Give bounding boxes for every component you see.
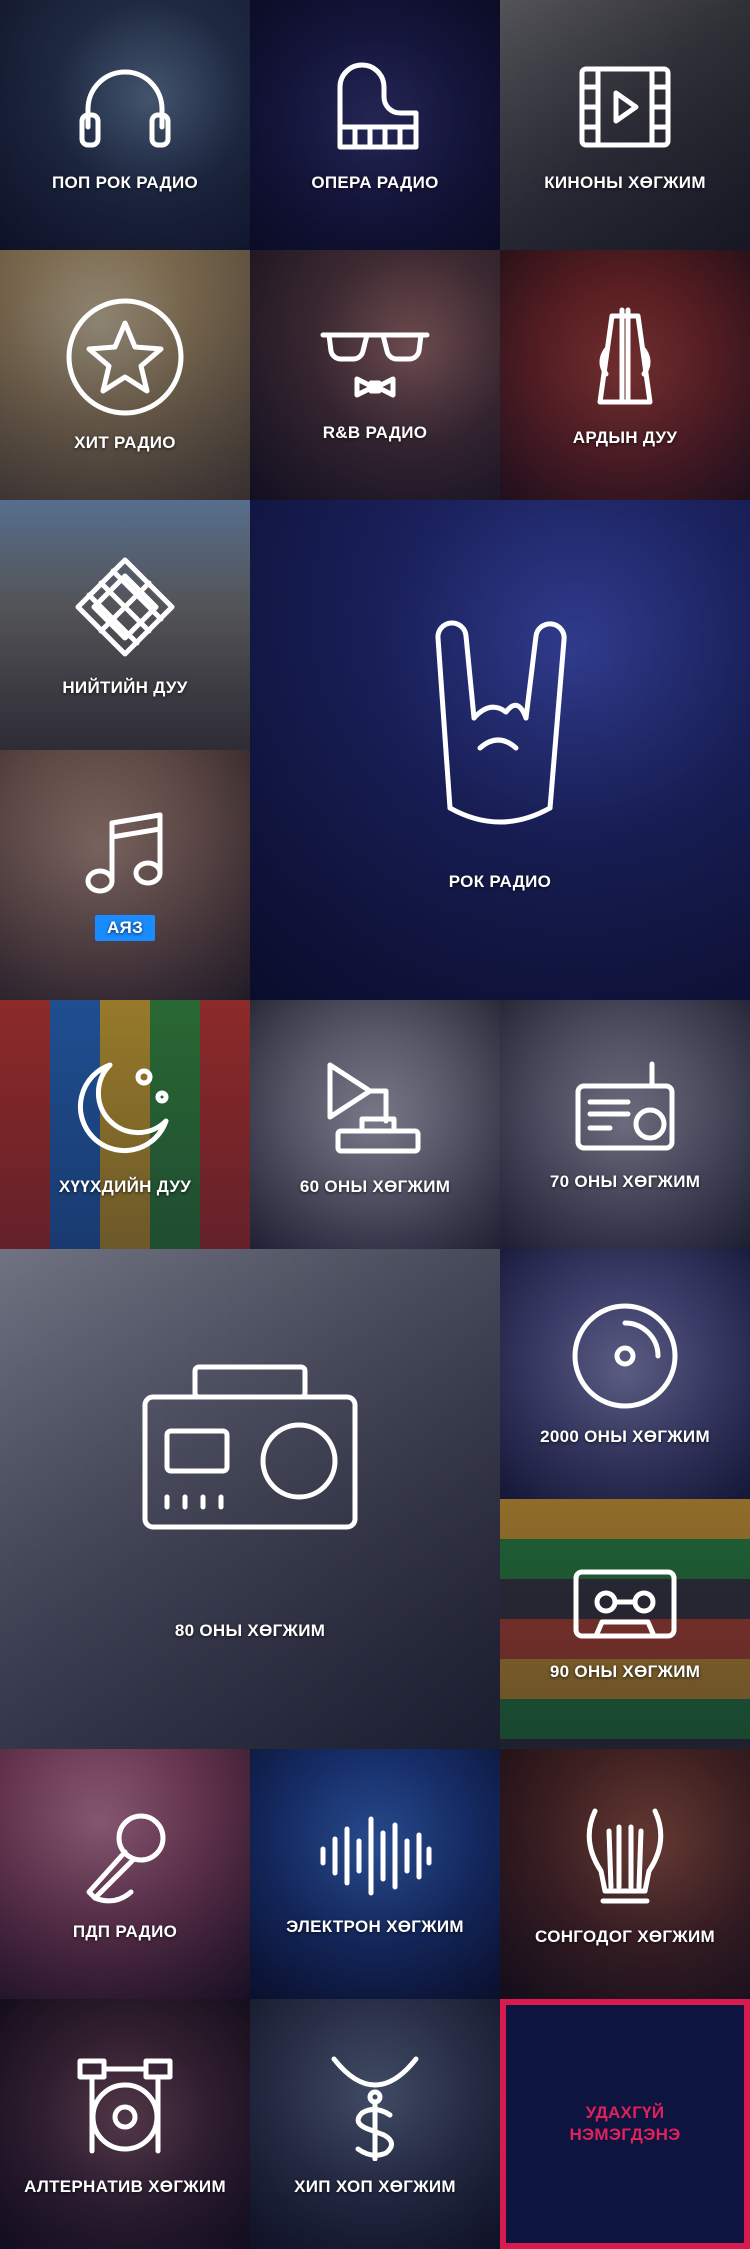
- tile-ayaz[interactable]: АЯЗ: [0, 749, 250, 1000]
- radio-genre-grid: ПОП РОК РАДИО ОПЕРА РАДИО КИНОНЫ ХӨГЖИМ …: [0, 0, 750, 2249]
- tile-2000s-music[interactable]: 2000 ОНЫ ХӨГЖИМ: [500, 1249, 750, 1500]
- tile-80s-music[interactable]: 80 ОНЫ ХӨГЖИМ: [0, 1249, 500, 1750]
- tile-kids-song[interactable]: ХҮҮХДИЙН ДУУ: [0, 999, 250, 1250]
- tile-label: ХИП ХОП ХӨГЖИМ: [294, 2176, 456, 2196]
- tile-70s-music[interactable]: 70 ОНЫ ХӨГЖИМ: [500, 999, 750, 1250]
- cassette-icon: [570, 1566, 680, 1646]
- music-note-icon: [80, 809, 170, 899]
- tile-hit-radio[interactable]: ХИТ РАДИО: [0, 249, 250, 500]
- tile-60s-music[interactable]: 60 ОНЫ ХӨГЖИМ: [250, 999, 500, 1250]
- sunglasses-bowtie-icon: [315, 307, 435, 407]
- tile-rnb-radio[interactable]: R&B РАДИО: [250, 249, 500, 500]
- tile-label: 60 ОНЫ ХӨГЖИМ: [299, 1177, 451, 1197]
- tile-label: КИНОНЫ ХӨГЖИМ: [544, 172, 706, 192]
- dollar-chain-icon: [320, 2051, 430, 2161]
- tile-alternative-music[interactable]: АЛТЕРНАТИВ ХӨГЖИМ: [0, 1999, 250, 2249]
- piano-icon: [320, 57, 430, 157]
- star-icon: [65, 297, 185, 417]
- tile-label: РОК РАДИО: [448, 871, 552, 891]
- microphone-icon: [75, 1806, 175, 1906]
- soundwave-icon: [315, 1811, 435, 1901]
- endless-knot-icon: [70, 552, 180, 662]
- radio-icon: [570, 1056, 680, 1156]
- tile-hiphop-music[interactable]: ХИП ХОП ХӨГЖИМ: [250, 1999, 500, 2249]
- tile-movie-music[interactable]: КИНОНЫ ХӨГЖИМ: [500, 0, 750, 250]
- film-play-icon: [570, 57, 680, 157]
- tile-public-song[interactable]: НИЙТИЙН ДУУ: [0, 499, 250, 750]
- tile-label: 90 ОНЫ ХӨГЖИМ: [549, 1662, 701, 1682]
- tile-label: АРДЫН ДУУ: [572, 427, 678, 447]
- tile-pdp-radio[interactable]: ПДП РАДИО: [0, 1749, 250, 1999]
- tile-label: ПДП РАДИО: [72, 1922, 178, 1942]
- tile-label: СОНГОДОГ ХӨГЖИМ: [535, 1927, 715, 1947]
- tile-rock-radio[interactable]: РОК РАДИО: [250, 499, 750, 1000]
- tile-label: ХҮҮХДИЙН ДУУ: [58, 1177, 192, 1197]
- tile-label: ЭЛЕКТРОН ХӨГЖИМ: [286, 1917, 464, 1937]
- tile-label: R&B РАДИО: [322, 422, 428, 442]
- tile-label: ХИТ РАДИО: [74, 432, 176, 452]
- coming-soon-line-1: УДАХГҮЙ: [585, 2102, 665, 2122]
- tile-coming-soon: УДАХГҮЙ НЭМЭГДЭНЭ: [500, 1999, 750, 2249]
- gramophone-icon: [320, 1051, 430, 1161]
- tile-label: 70 ОНЫ ХӨГЖИМ: [549, 1172, 701, 1192]
- boombox-icon: [135, 1357, 365, 1537]
- lyre-icon: [575, 1801, 675, 1911]
- tile-90s-music[interactable]: 90 ОНЫ ХӨГЖИМ: [500, 1499, 750, 1750]
- moon-stars-icon: [70, 1051, 180, 1161]
- tile-electron-music[interactable]: ЭЛЕКТРОН ХӨГЖИМ: [250, 1749, 500, 1999]
- tile-badge-label: АЯЗ: [94, 914, 156, 941]
- coming-soon-line-2: НЭМЭГДЭНЭ: [569, 2124, 681, 2144]
- tile-label: АЛТЕРНАТИВ ХӨГЖИМ: [24, 2176, 226, 2196]
- tile-opera-radio[interactable]: ОПЕРА РАДИО: [250, 0, 500, 250]
- headphones-icon: [70, 57, 180, 157]
- tile-folk-song[interactable]: АРДЫН ДУУ: [500, 249, 750, 500]
- cd-icon: [570, 1301, 680, 1411]
- drum-kit-icon: [70, 2051, 180, 2161]
- tile-label: НИЙТИЙН ДУУ: [62, 677, 188, 697]
- tile-label: 2000 ОНЫ ХӨГЖИМ: [540, 1427, 710, 1447]
- rock-hand-icon: [410, 608, 590, 838]
- tile-label: ОПЕРА РАДИО: [311, 172, 439, 192]
- tile-label: ПОП РОК РАДИО: [51, 172, 199, 192]
- tile-pop-rock-radio[interactable]: ПОП РОК РАДИО: [0, 0, 250, 250]
- tile-label: 80 ОНЫ ХӨГЖИМ: [174, 1621, 326, 1641]
- tile-classical-music[interactable]: СОНГОДОГ ХӨГЖИМ: [500, 1749, 750, 1999]
- morin-khuur-icon: [570, 302, 680, 412]
